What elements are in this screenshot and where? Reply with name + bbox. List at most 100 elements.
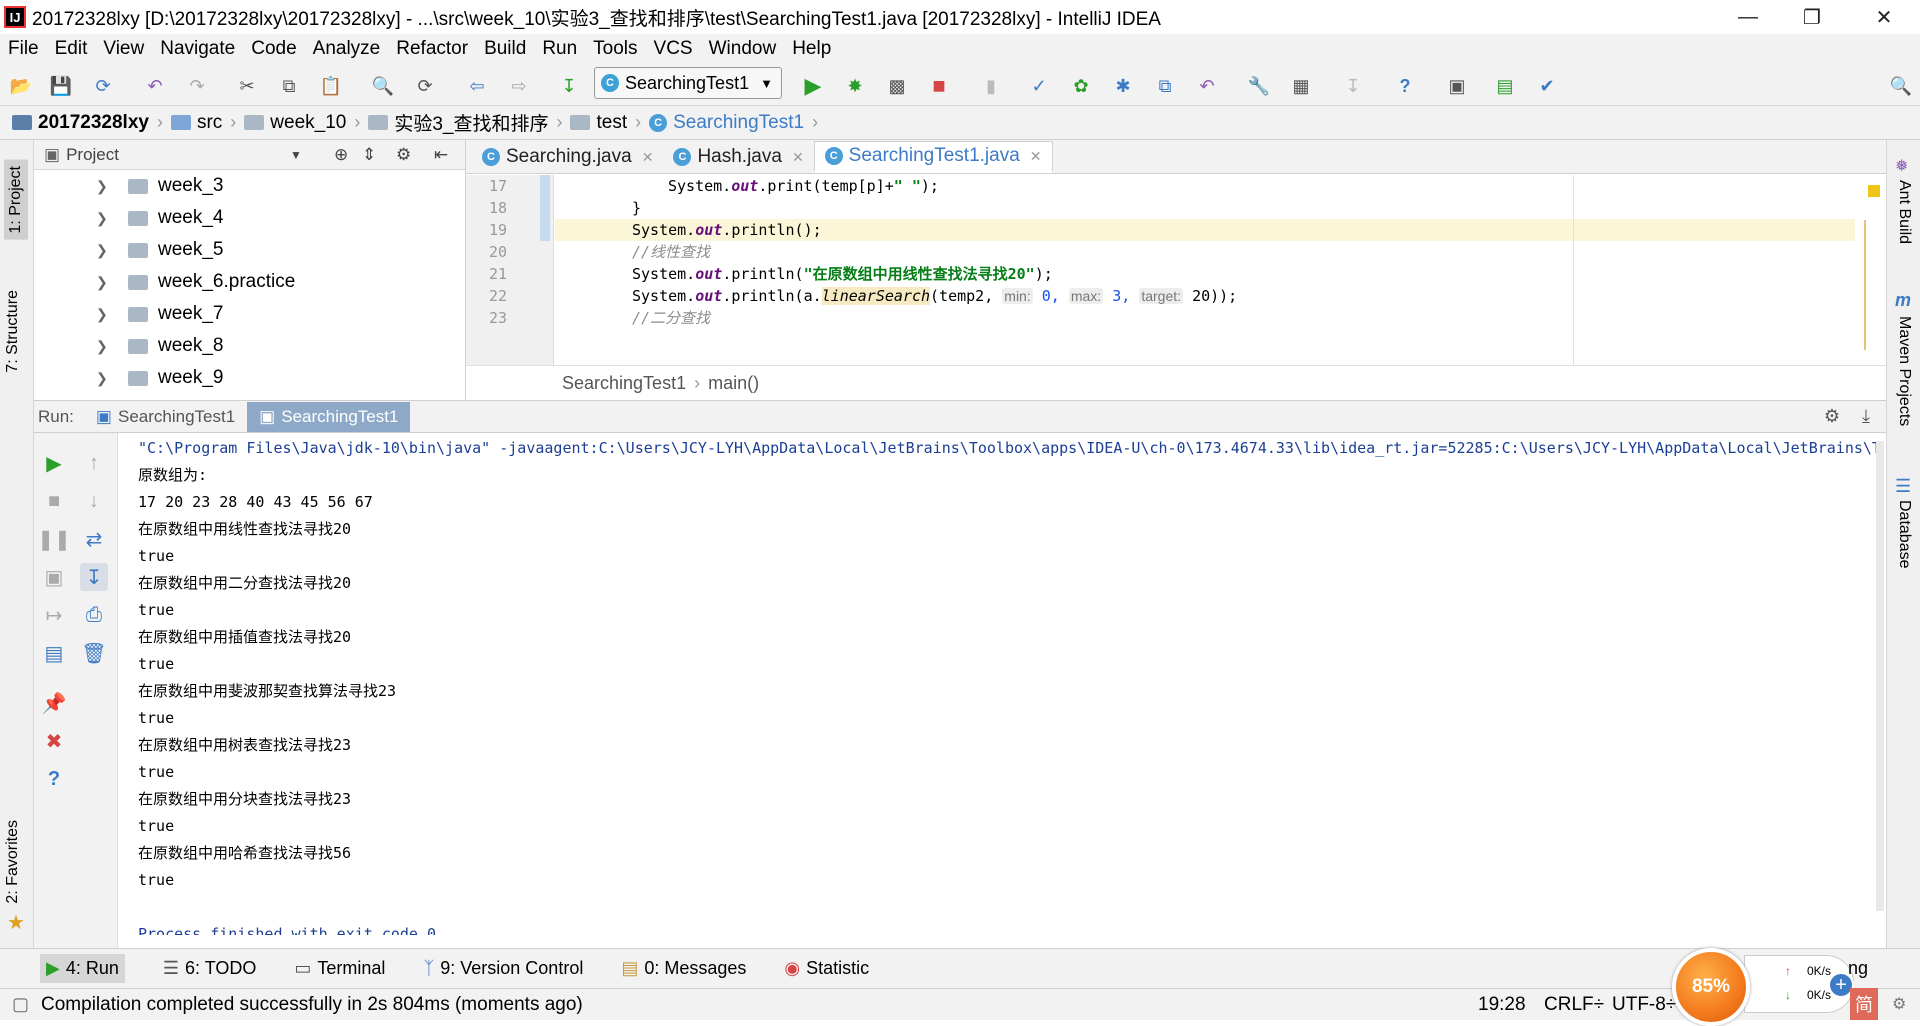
hide-panel-icon[interactable]: ⇤ xyxy=(434,145,448,165)
chevron-right-icon[interactable]: ❯ xyxy=(96,370,116,387)
vcs-update-icon[interactable]: ✓ xyxy=(1026,73,1052,99)
tab-todo[interactable]: ☰ 6: TODO xyxy=(163,958,257,979)
paste-icon[interactable]: 📋 xyxy=(318,73,344,99)
menu-tools[interactable]: Tools xyxy=(585,38,645,60)
gear-icon[interactable]: ⚙ xyxy=(396,145,411,165)
chevron-right-icon[interactable]: ❯ xyxy=(96,338,116,355)
menu-vcs[interactable]: VCS xyxy=(646,38,701,60)
run-configuration-select[interactable]: C SearchingTest1 ▼ xyxy=(594,67,782,99)
task-check-icon[interactable]: ✔ xyxy=(1534,73,1560,99)
help-icon[interactable]: ? xyxy=(40,765,68,793)
error-stripe[interactable] xyxy=(1864,220,1884,350)
tab-terminal[interactable]: ▭ Terminal xyxy=(294,958,385,979)
breadcrumb-class[interactable]: SearchingTest1 xyxy=(562,373,686,394)
close-tab-icon[interactable]: ✕ xyxy=(792,149,804,166)
back-icon[interactable]: ⇦ xyxy=(464,73,490,99)
console-output[interactable]: "C:\Program Files\Java\jdk-10\bin\java" … xyxy=(138,435,1878,935)
build-icon[interactable]: ↧ xyxy=(556,73,582,99)
console-scrollbar[interactable] xyxy=(1876,441,1884,911)
tab-favorites[interactable]: 2: Favorites xyxy=(4,820,22,904)
menu-build[interactable]: Build xyxy=(476,38,534,60)
chevron-right-icon[interactable]: ❯ xyxy=(96,306,116,323)
layout-icon[interactable]: ▤ xyxy=(40,639,68,667)
tab-structure[interactable]: 7: Structure xyxy=(4,290,22,373)
save-icon[interactable]: 💾 xyxy=(48,73,74,99)
chevron-right-icon[interactable]: ❯ xyxy=(96,242,116,259)
debug-icon[interactable]: ✸ xyxy=(842,73,868,99)
pause-icon[interactable]: ❚❚ xyxy=(37,525,71,553)
tab-statistic[interactable]: ◉ Statistic xyxy=(784,958,869,979)
tab-ant-build[interactable]: Ant Build xyxy=(1895,180,1913,244)
ime-indicator[interactable]: 简 xyxy=(1850,988,1878,1020)
menu-help[interactable]: Help xyxy=(784,38,839,60)
nav-test[interactable]: test xyxy=(570,112,627,134)
undo-icon[interactable]: ↶ xyxy=(142,73,168,99)
close-button[interactable]: ✕ xyxy=(1848,0,1920,34)
tree-item[interactable]: ❯ week_4 xyxy=(34,202,465,234)
scroll-from-source-icon[interactable]: ⊕ xyxy=(334,145,348,165)
menu-file[interactable]: File xyxy=(0,38,47,60)
toggle-tool-windows-icon[interactable]: ▢ xyxy=(12,994,29,1015)
code-area[interactable]: System.out.print(temp[p]+" "); } System.… xyxy=(555,175,1855,365)
nav-week10[interactable]: week_10 xyxy=(244,112,346,134)
tab-run[interactable]: ▶ 4: Run xyxy=(40,954,125,983)
open-folder-icon[interactable]: 📂 xyxy=(8,73,34,99)
menu-refactor[interactable]: Refactor xyxy=(388,38,476,60)
find-icon[interactable]: 🔍 xyxy=(370,73,396,99)
gear-icon[interactable]: ⚙ xyxy=(1824,406,1840,427)
revert-icon[interactable]: ↶ xyxy=(1194,73,1220,99)
sdk-icon[interactable]: ▣ xyxy=(1444,73,1470,99)
pin-icon[interactable]: 📌 xyxy=(40,689,68,717)
tree-item[interactable]: ❯ week_5 xyxy=(34,234,465,266)
close-tab-icon[interactable]: ✕ xyxy=(1030,148,1042,165)
vcs-history-icon[interactable]: ⧉ xyxy=(1152,73,1178,99)
coverage-icon[interactable]: ▩ xyxy=(884,73,910,99)
close-tab-icon[interactable]: ✕ xyxy=(642,149,654,166)
dump-threads-icon[interactable]: ▣ xyxy=(40,563,68,591)
run-tab[interactable]: ▣ SearchingTest1 xyxy=(84,402,247,432)
chevron-right-icon[interactable]: ❯ xyxy=(96,178,116,195)
nav-src[interactable]: src xyxy=(170,112,222,134)
restore-button[interactable]: ❐ xyxy=(1776,0,1848,34)
tree-item[interactable]: ❯ week_3 xyxy=(34,170,465,202)
menu-analyze[interactable]: Analyze xyxy=(305,38,389,60)
run-icon[interactable]: ▶ xyxy=(800,73,826,99)
minimize-button[interactable]: — xyxy=(1712,0,1784,34)
line-separator[interactable]: CRLF÷ xyxy=(1544,994,1604,1016)
search-everywhere-icon[interactable]: 🔍 xyxy=(1888,73,1914,99)
bookmark-icon[interactable]: ▮ xyxy=(978,73,1004,99)
tab-messages[interactable]: ▤ 0: Messages xyxy=(621,958,746,979)
nav-experiment3[interactable]: 实验3_查找和排序 xyxy=(368,109,548,136)
hide-panel-icon[interactable]: ⤓ xyxy=(1862,406,1870,427)
menu-view[interactable]: View xyxy=(95,38,152,60)
chevron-down-icon[interactable]: ▼ xyxy=(290,148,302,162)
menu-code[interactable]: Code xyxy=(243,38,304,60)
chevron-right-icon[interactable]: ❯ xyxy=(96,210,116,227)
replace-icon[interactable]: ⟳ xyxy=(412,73,438,99)
nav-searchingtest1[interactable]: C SearchingTest1 xyxy=(649,112,804,134)
tab-searchingtest1-java[interactable]: C SearchingTest1.java ✕ xyxy=(813,141,1053,173)
stop-icon[interactable]: ■ xyxy=(926,73,952,99)
vcs-commit-icon[interactable]: ✿ xyxy=(1068,73,1094,99)
tab-hash-java[interactable]: C Hash.java ✕ xyxy=(663,141,813,173)
forward-icon[interactable]: ⇨ xyxy=(506,73,532,99)
memory-usage-ball[interactable]: 85% xyxy=(1672,948,1750,1026)
menu-edit[interactable]: Edit xyxy=(47,38,96,60)
tab-maven-projects[interactable]: Maven Projects xyxy=(1895,316,1913,426)
copy-icon[interactable]: ⧉ xyxy=(276,73,302,99)
statistic-icon[interactable]: ▤ xyxy=(1492,73,1518,99)
nav-project[interactable]: 20172328lxy xyxy=(12,112,149,134)
trash-icon[interactable]: 🗑 xyxy=(80,639,108,667)
exit-icon[interactable]: ↦ xyxy=(40,601,68,629)
down-arrow-icon[interactable]: ↓ xyxy=(80,487,108,515)
collapse-all-icon[interactable]: ⇕ xyxy=(362,145,376,165)
menu-run[interactable]: Run xyxy=(534,38,585,60)
redo-icon[interactable]: ↷ xyxy=(184,73,210,99)
tab-version-control[interactable]: ᛉ 9: Version Control xyxy=(423,958,583,979)
soft-wrap-icon[interactable]: ⇄ xyxy=(80,525,108,553)
tree-item[interactable]: ❯ week_9 xyxy=(34,362,465,394)
tree-item[interactable]: ❯ week_8 xyxy=(34,330,465,362)
settings-icon[interactable]: 🔧 xyxy=(1246,73,1272,99)
up-arrow-icon[interactable]: ↑ xyxy=(80,449,108,477)
breadcrumb-method[interactable]: main() xyxy=(708,373,759,394)
